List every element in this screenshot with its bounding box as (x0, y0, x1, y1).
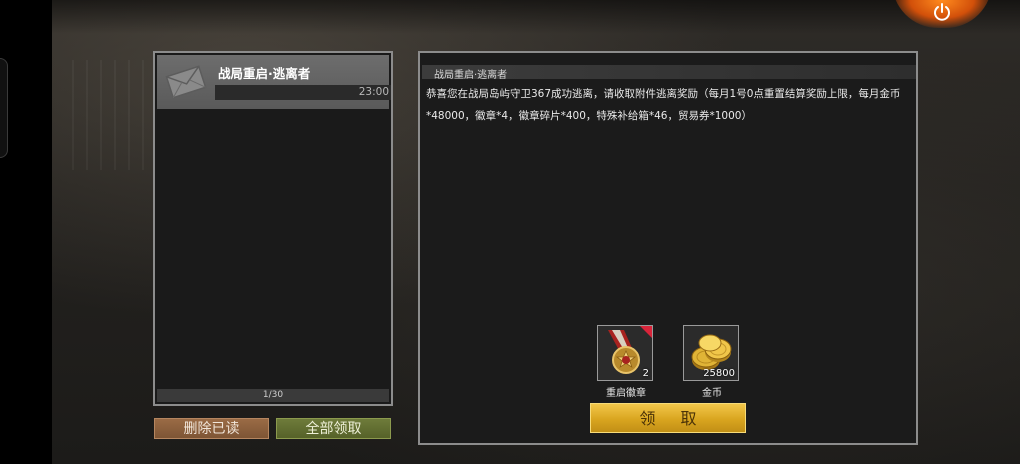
mail-list-item[interactable]: 战局重启·逃离者 23:00 (157, 55, 391, 109)
claim-button[interactable]: 领 取 (590, 403, 746, 433)
mail-detail-panel: 战局重启·逃离者 恭喜您在战局岛屿守卫367成功逃离，请收取附件逃离奖励（每月1… (418, 51, 918, 445)
mail-item-time: 23:00 (358, 86, 389, 98)
envelope-icon (165, 65, 207, 99)
reward-slot: 25800 (683, 325, 739, 381)
left-screen-edge (0, 0, 52, 464)
mail-time-bar: 23:00 (215, 85, 391, 100)
reward-item-gold[interactable]: 25800 金币 (683, 325, 741, 399)
reward-item-medal[interactable]: 2 重启徽章 (597, 325, 655, 399)
mail-list-panel: 战局重启·逃离者 23:00 1/30 (153, 51, 393, 406)
reward-count: 2 (642, 368, 649, 379)
new-corner-tag (640, 326, 652, 338)
mail-detail-body: 恭喜您在战局岛屿守卫367成功逃离，请收取附件逃离奖励（每月1号0点重置结算奖励… (426, 88, 901, 122)
reward-name: 重启徽章 (606, 388, 646, 399)
reward-count: 25800 (703, 368, 735, 379)
reward-name: 金币 (702, 388, 722, 399)
side-handle (0, 58, 8, 158)
top-shade (52, 0, 1020, 34)
power-icon (934, 3, 950, 21)
mail-item-title: 战局重启·逃离者 (218, 66, 311, 81)
claim-all-button[interactable]: 全部领取 (276, 418, 391, 439)
page-indicator: 1/30 (157, 389, 389, 402)
mail-detail-title: 战局重启·逃离者 (434, 70, 508, 81)
mail-detail-header: 战局重启·逃离者 (422, 65, 916, 81)
reward-slot: 2 (597, 325, 653, 381)
delete-read-button[interactable]: 删除已读 (154, 418, 269, 439)
